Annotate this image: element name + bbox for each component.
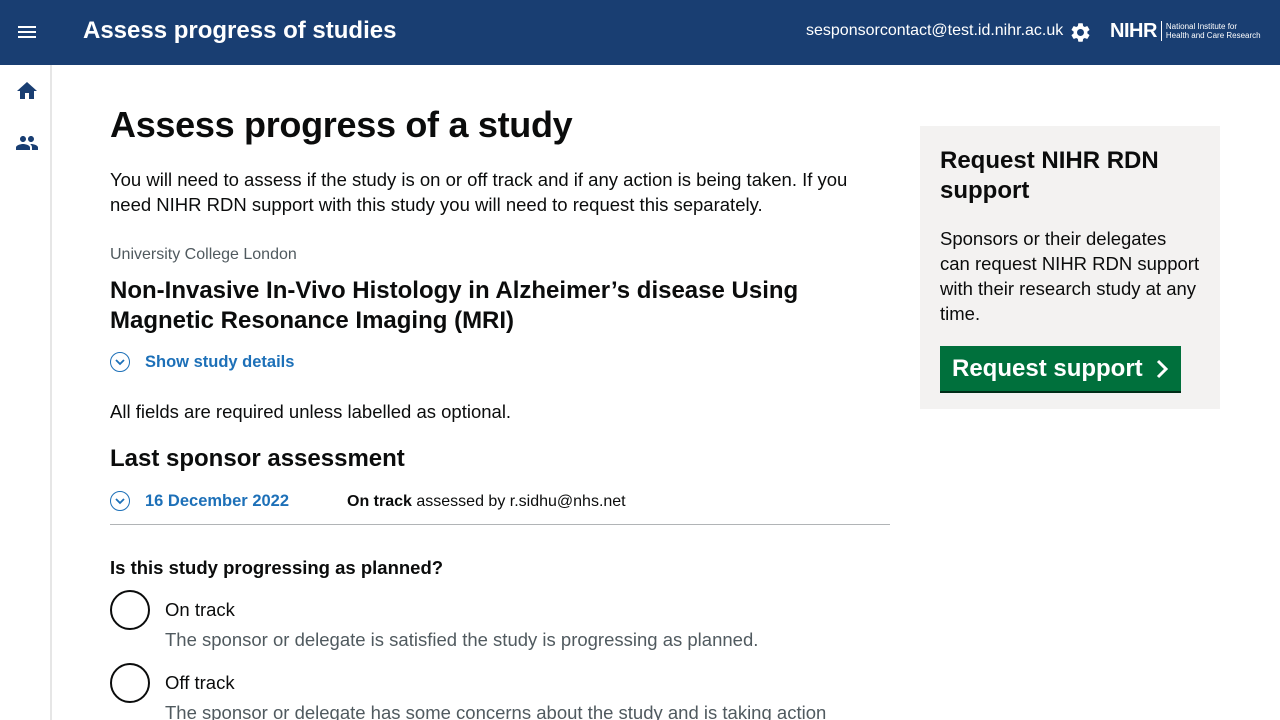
logo-divider — [1160, 21, 1162, 41]
top-bar: Assess progress of studies sesponsorcont… — [0, 0, 1280, 65]
side-nav — [0, 65, 52, 720]
menu-icon[interactable] — [16, 22, 38, 44]
off-track-radio[interactable] — [110, 663, 150, 703]
people-icon[interactable] — [15, 131, 39, 155]
on-track-radio[interactable] — [110, 590, 150, 630]
page-title: Assess progress of a study — [110, 104, 573, 145]
home-icon[interactable] — [15, 79, 39, 103]
assessment-date-toggle[interactable]: 16 December 2022 — [110, 491, 289, 511]
chevron-down-icon — [110, 491, 130, 511]
organisation-name: University College London — [110, 246, 297, 263]
request-support-panel: Request NIHR RDN support Sponsors or the… — [920, 126, 1220, 409]
progress-question: Is this study progressing as planned? — [110, 557, 444, 578]
off-track-hint: The sponsor or delegate has some concern… — [165, 702, 827, 720]
show-study-details-toggle[interactable]: Show study details — [110, 352, 294, 372]
last-assessment-row: 16 December 2022 On track assessed by r.… — [110, 491, 890, 525]
gear-icon[interactable] — [1069, 21, 1092, 44]
request-support-title: Request NIHR RDN support — [940, 147, 1159, 204]
logo-mark: NIHR — [1110, 20, 1157, 42]
last-assessment-heading: Last sponsor assessment — [110, 445, 405, 472]
request-support-button-label: Request support — [952, 354, 1143, 382]
study-title: Non-Invasive In-Vivo Histology in Alzhei… — [110, 277, 799, 334]
request-support-button[interactable]: Request support — [940, 346, 1181, 391]
request-support-text: Sponsors or their delegates can request … — [940, 228, 1200, 324]
logo-text: National Institute for Health and Care R… — [1166, 22, 1261, 40]
on-track-label[interactable]: On track — [165, 599, 235, 621]
app-title: Assess progress of studies — [83, 17, 397, 44]
required-fields-note: All fields are required unless labelled … — [110, 401, 512, 422]
logo-line-2: Health and Care Research — [1165, 31, 1261, 40]
chevron-down-icon — [110, 352, 130, 372]
assessment-status-value: On track — [347, 493, 412, 510]
logo-line-1: National Institute for — [1165, 22, 1238, 31]
assessment-status: On track assessed by r.sidhu@nhs.net — [347, 493, 626, 511]
assessment-assessed-by: assessed by r.sidhu@nhs.net — [416, 493, 626, 510]
nihr-logo[interactable]: NIHR National Institute for Health and C… — [1110, 19, 1261, 43]
on-track-hint: The sponsor or delegate is satisfied the… — [165, 629, 759, 650]
show-study-details-label: Show study details — [145, 352, 295, 371]
chevron-right-icon — [1156, 359, 1168, 378]
user-email: sesponsorcontact@test.id.nihr.ac.uk — [806, 22, 1064, 39]
intro-text: You will need to assess if the study is … — [110, 169, 848, 215]
assessment-date: 16 December 2022 — [145, 491, 290, 510]
off-track-label[interactable]: Off track — [165, 672, 235, 694]
